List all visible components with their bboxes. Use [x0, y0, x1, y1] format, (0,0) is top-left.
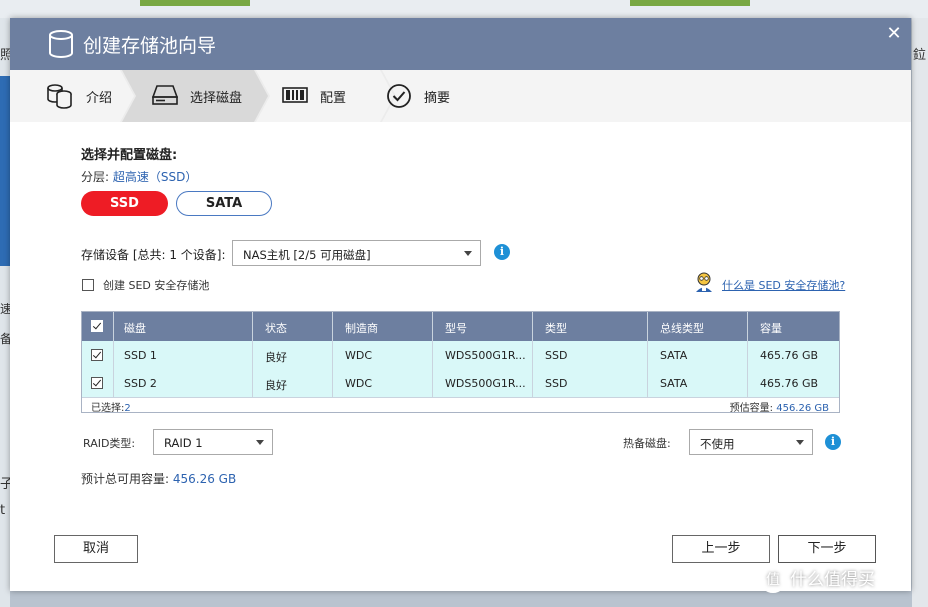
next-button[interactable]: 下一步: [778, 535, 876, 563]
total-capacity-label: 预计总可用容量:: [81, 472, 170, 486]
row-checkbox[interactable]: [91, 377, 103, 389]
total-capacity-value: 456.26 GB: [172, 472, 237, 486]
table-row[interactable]: SSD 2 良好 WDC WDS500G1R... SSD SATA 465.7…: [82, 369, 839, 397]
column-header[interactable]: 容量: [760, 320, 782, 336]
cell-disk: SSD 2: [124, 377, 157, 390]
total-capacity: 预计总可用容量: 456.26 GB: [81, 470, 236, 487]
column-divider: [332, 312, 333, 397]
chevron-down-icon: [256, 440, 264, 445]
cell-capacity: 465.76 GB: [760, 349, 819, 362]
watermark-text: 什么值得买: [790, 570, 875, 590]
select-all-checkbox[interactable]: [91, 320, 103, 332]
step-config-label: 配置: [320, 91, 347, 106]
hot-spare-label: 热备磁盘:: [623, 437, 671, 450]
estimated-capacity: 预估容量: 456.26 GB: [729, 403, 829, 414]
database-icon: [49, 30, 73, 58]
table-header: 磁盘 状态 制造商 型号 类型 总线类型 容量: [82, 312, 839, 341]
background-right-panel: [912, 18, 928, 607]
column-divider: [747, 312, 748, 397]
watermark-logo: 值: [760, 567, 786, 593]
background-left-highlight: [0, 76, 10, 266]
column-header[interactable]: 状态: [265, 320, 287, 336]
cell-capacity: 465.76 GB: [760, 377, 819, 390]
column-divider: [432, 312, 433, 397]
cell-status: 良好: [265, 351, 287, 364]
table-footer: 已选择:2 预估容量: 456.26 GB: [82, 397, 839, 414]
tier-line: 分层: 超高速（SSD）: [81, 168, 197, 185]
background-text: t: [0, 503, 6, 518]
storage-device-select[interactable]: NAS主机 [2/5 可用磁盘]: [232, 240, 481, 266]
step-summary: 摘要: [382, 70, 582, 122]
column-header[interactable]: 总线类型: [660, 320, 704, 336]
cancel-button[interactable]: 取消: [54, 535, 138, 563]
chevron-down-icon: [796, 440, 804, 445]
step-intro: 介绍: [10, 70, 134, 122]
tier-ssd-button[interactable]: SSD: [81, 191, 168, 216]
cell-model: WDS500G1R...: [445, 377, 526, 390]
step-select-disks-label: 选择磁盘: [190, 91, 243, 106]
column-divider: [113, 312, 114, 397]
wizard-steps: 介绍 选择磁盘 配置 摘要: [10, 70, 911, 122]
cell-model: WDS500G1R...: [445, 349, 526, 362]
disk-table: 磁盘 状态 制造商 型号 类型 总线类型 容量 SSD 1 良好 WDC WDS…: [81, 311, 840, 414]
check-circle-icon: [387, 84, 411, 108]
chevron-down-icon: [464, 251, 472, 256]
step-summary-label: 摘要: [424, 91, 451, 106]
step-intro-label: 介绍: [86, 91, 113, 106]
sed-checkbox[interactable]: [82, 279, 94, 291]
tier-sata-button[interactable]: SATA: [176, 191, 272, 216]
background-top-bar: [630, 0, 750, 6]
hot-spare-select[interactable]: 不使用: [689, 429, 813, 455]
background-top-bar: [140, 0, 250, 6]
raid-type-select[interactable]: RAID 1: [153, 429, 273, 455]
close-icon[interactable]: ✕: [884, 24, 904, 44]
cell-vendor: WDC: [345, 377, 373, 390]
cell-bus: SATA: [660, 377, 688, 390]
cell-status: 良好: [265, 379, 287, 392]
column-divider: [252, 312, 253, 397]
tier-value: 超高速（SSD）: [112, 170, 198, 184]
cell-disk: SSD 1: [124, 349, 157, 362]
info-icon[interactable]: i: [494, 244, 510, 260]
watermark: 值什么值得买: [760, 565, 875, 593]
cell-type: SSD: [545, 349, 568, 362]
cell-type: SSD: [545, 377, 568, 390]
cell-vendor: WDC: [345, 349, 373, 362]
raid-type-label: RAID类型:: [83, 437, 136, 450]
storage-device-label: 存储设备 [总共: 1 个设备]:: [81, 248, 226, 262]
cell-bus: SATA: [660, 349, 688, 362]
step-config: 配置: [270, 70, 394, 122]
tier-label: 分层:: [81, 170, 110, 184]
sed-help-link[interactable]: 什么是 SED 安全存储池?: [722, 277, 845, 293]
help-person-icon: [696, 272, 712, 292]
back-button[interactable]: 上一步: [672, 535, 770, 563]
background-text: 鉝: [913, 48, 927, 63]
table-row[interactable]: SSD 1 良好 WDC WDS500G1R... SSD SATA 465.7…: [82, 341, 839, 369]
column-divider: [532, 312, 533, 397]
column-header[interactable]: 磁盘: [124, 320, 146, 336]
dialog-titlebar: 创建存储池向导 ✕: [10, 18, 911, 70]
raid-config-icon: [282, 87, 308, 103]
info-icon[interactable]: i: [825, 434, 841, 450]
row-checkbox[interactable]: [91, 349, 103, 361]
section-heading: 选择并配置磁盘:: [81, 148, 178, 163]
column-header[interactable]: 类型: [545, 320, 567, 336]
step-select-disks: 选择磁盘: [136, 70, 268, 122]
dialog-title: 创建存储池向导: [83, 35, 217, 57]
create-storage-pool-dialog: 创建存储池向导 ✕ 介绍 选择磁盘 配置 摘要 选择并配置磁盘: 分层: 超高速…: [10, 18, 911, 591]
hot-spare-value: 不使用: [700, 437, 735, 451]
disk-drive-icon: [152, 85, 178, 105]
selected-count: 已选择:2: [91, 403, 131, 414]
column-divider: [647, 312, 648, 397]
database-icon: [47, 84, 72, 109]
raid-type-value: RAID 1: [164, 436, 203, 450]
sed-checkbox-label: 创建 SED 安全存储池: [103, 279, 210, 292]
storage-device-value: NAS主机 [2/5 可用磁盘]: [243, 248, 371, 262]
column-header[interactable]: 型号: [445, 320, 467, 336]
column-header[interactable]: 制造商: [345, 320, 378, 336]
